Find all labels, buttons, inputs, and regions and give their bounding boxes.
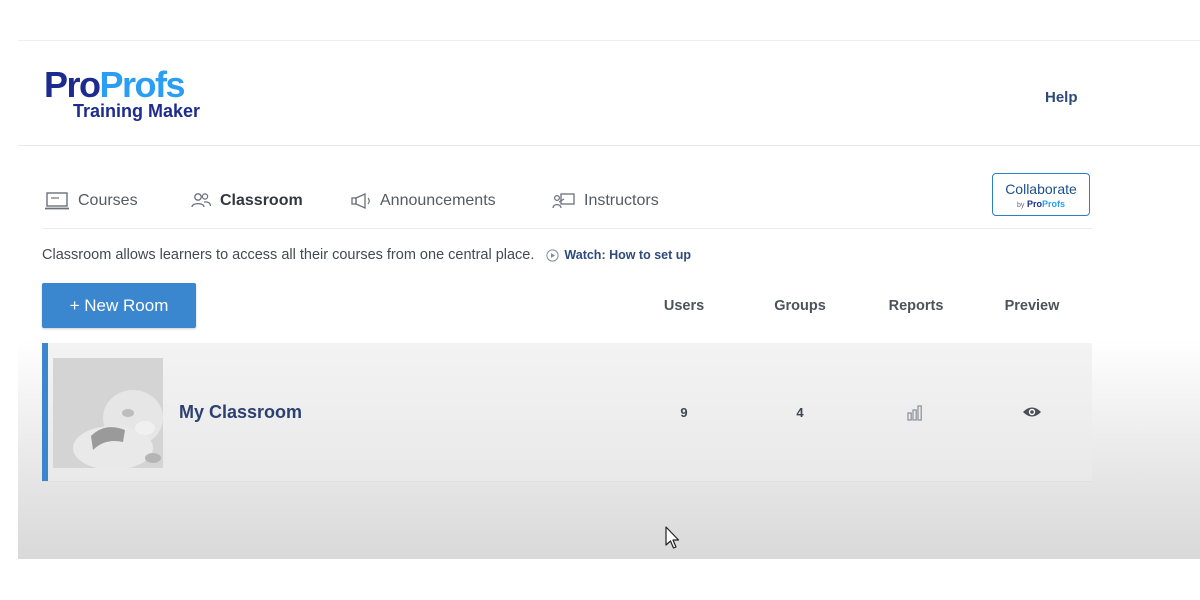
nav-tabs: Courses Classroom Announcements Instruct… bbox=[42, 173, 1092, 229]
logo-pro-text: Pro bbox=[44, 64, 101, 105]
collaborate-brand-pro: Pro bbox=[1026, 199, 1042, 209]
logo-subtitle: Training Maker bbox=[73, 101, 201, 121]
bar-chart-icon bbox=[907, 405, 922, 421]
logo-profs-text: Profs bbox=[99, 64, 186, 105]
tab-announcements-label: Announcements bbox=[380, 192, 496, 209]
reports-button[interactable] bbox=[906, 402, 926, 427]
table-row[interactable]: My Classroom 9 4 bbox=[42, 343, 1092, 482]
collaborate-by: by bbox=[1017, 202, 1025, 209]
column-header-users: Users bbox=[663, 298, 705, 314]
new-room-button[interactable]: + New Room bbox=[42, 283, 196, 328]
eye-icon bbox=[1023, 407, 1041, 417]
tab-instructors-label: Instructors bbox=[584, 192, 659, 209]
megaphone-icon bbox=[351, 192, 370, 210]
classroom-description: Classroom allows learners to access all … bbox=[42, 247, 691, 263]
preview-button[interactable] bbox=[1022, 405, 1042, 424]
play-circle-icon bbox=[546, 248, 560, 262]
column-header-reports: Reports bbox=[888, 298, 944, 314]
room-thumbnail-image bbox=[53, 358, 163, 468]
tab-announcements[interactable]: Announcements bbox=[350, 187, 496, 215]
proprofs-logo[interactable]: ProProfs Training Maker bbox=[44, 67, 201, 122]
collaborate-brand: by ProProfs bbox=[993, 198, 1089, 212]
top-header: ProProfs Training Maker Help bbox=[18, 41, 1200, 146]
column-header-preview: Preview bbox=[1004, 298, 1060, 314]
watch-how-to-link[interactable]: Watch: How to set up bbox=[546, 248, 691, 262]
tab-instructors[interactable]: Instructors bbox=[552, 187, 659, 215]
tab-classroom-label: Classroom bbox=[220, 192, 303, 209]
mouse-cursor-icon bbox=[665, 526, 680, 549]
collaborate-brand-profs: Profs bbox=[1041, 199, 1065, 209]
users-icon bbox=[191, 193, 212, 208]
row-accent-bar bbox=[42, 343, 48, 481]
instructor-icon bbox=[552, 193, 575, 209]
room-users-count[interactable]: 9 bbox=[680, 405, 687, 420]
room-name[interactable]: My Classroom bbox=[179, 402, 302, 423]
tab-courses[interactable]: Courses bbox=[44, 187, 138, 215]
collaborate-button[interactable]: Collaborate by ProProfs bbox=[992, 173, 1090, 216]
column-header-groups: Groups bbox=[774, 298, 826, 314]
tab-classroom[interactable]: Classroom bbox=[190, 187, 303, 215]
room-groups-count[interactable]: 4 bbox=[796, 405, 803, 420]
classroom-description-text: Classroom allows learners to access all … bbox=[42, 247, 535, 263]
watch-how-to-label: Watch: How to set up bbox=[564, 248, 692, 262]
room-thumbnail[interactable] bbox=[53, 358, 163, 468]
help-link[interactable]: Help bbox=[1045, 89, 1078, 106]
laptop-icon bbox=[45, 192, 69, 210]
tab-courses-label: Courses bbox=[78, 192, 138, 209]
app-screen: ProProfs Training Maker Help Courses Cla… bbox=[18, 40, 1200, 559]
collaborate-label: Collaborate bbox=[1005, 181, 1077, 197]
logo-wordmark: ProProfs bbox=[44, 67, 200, 103]
